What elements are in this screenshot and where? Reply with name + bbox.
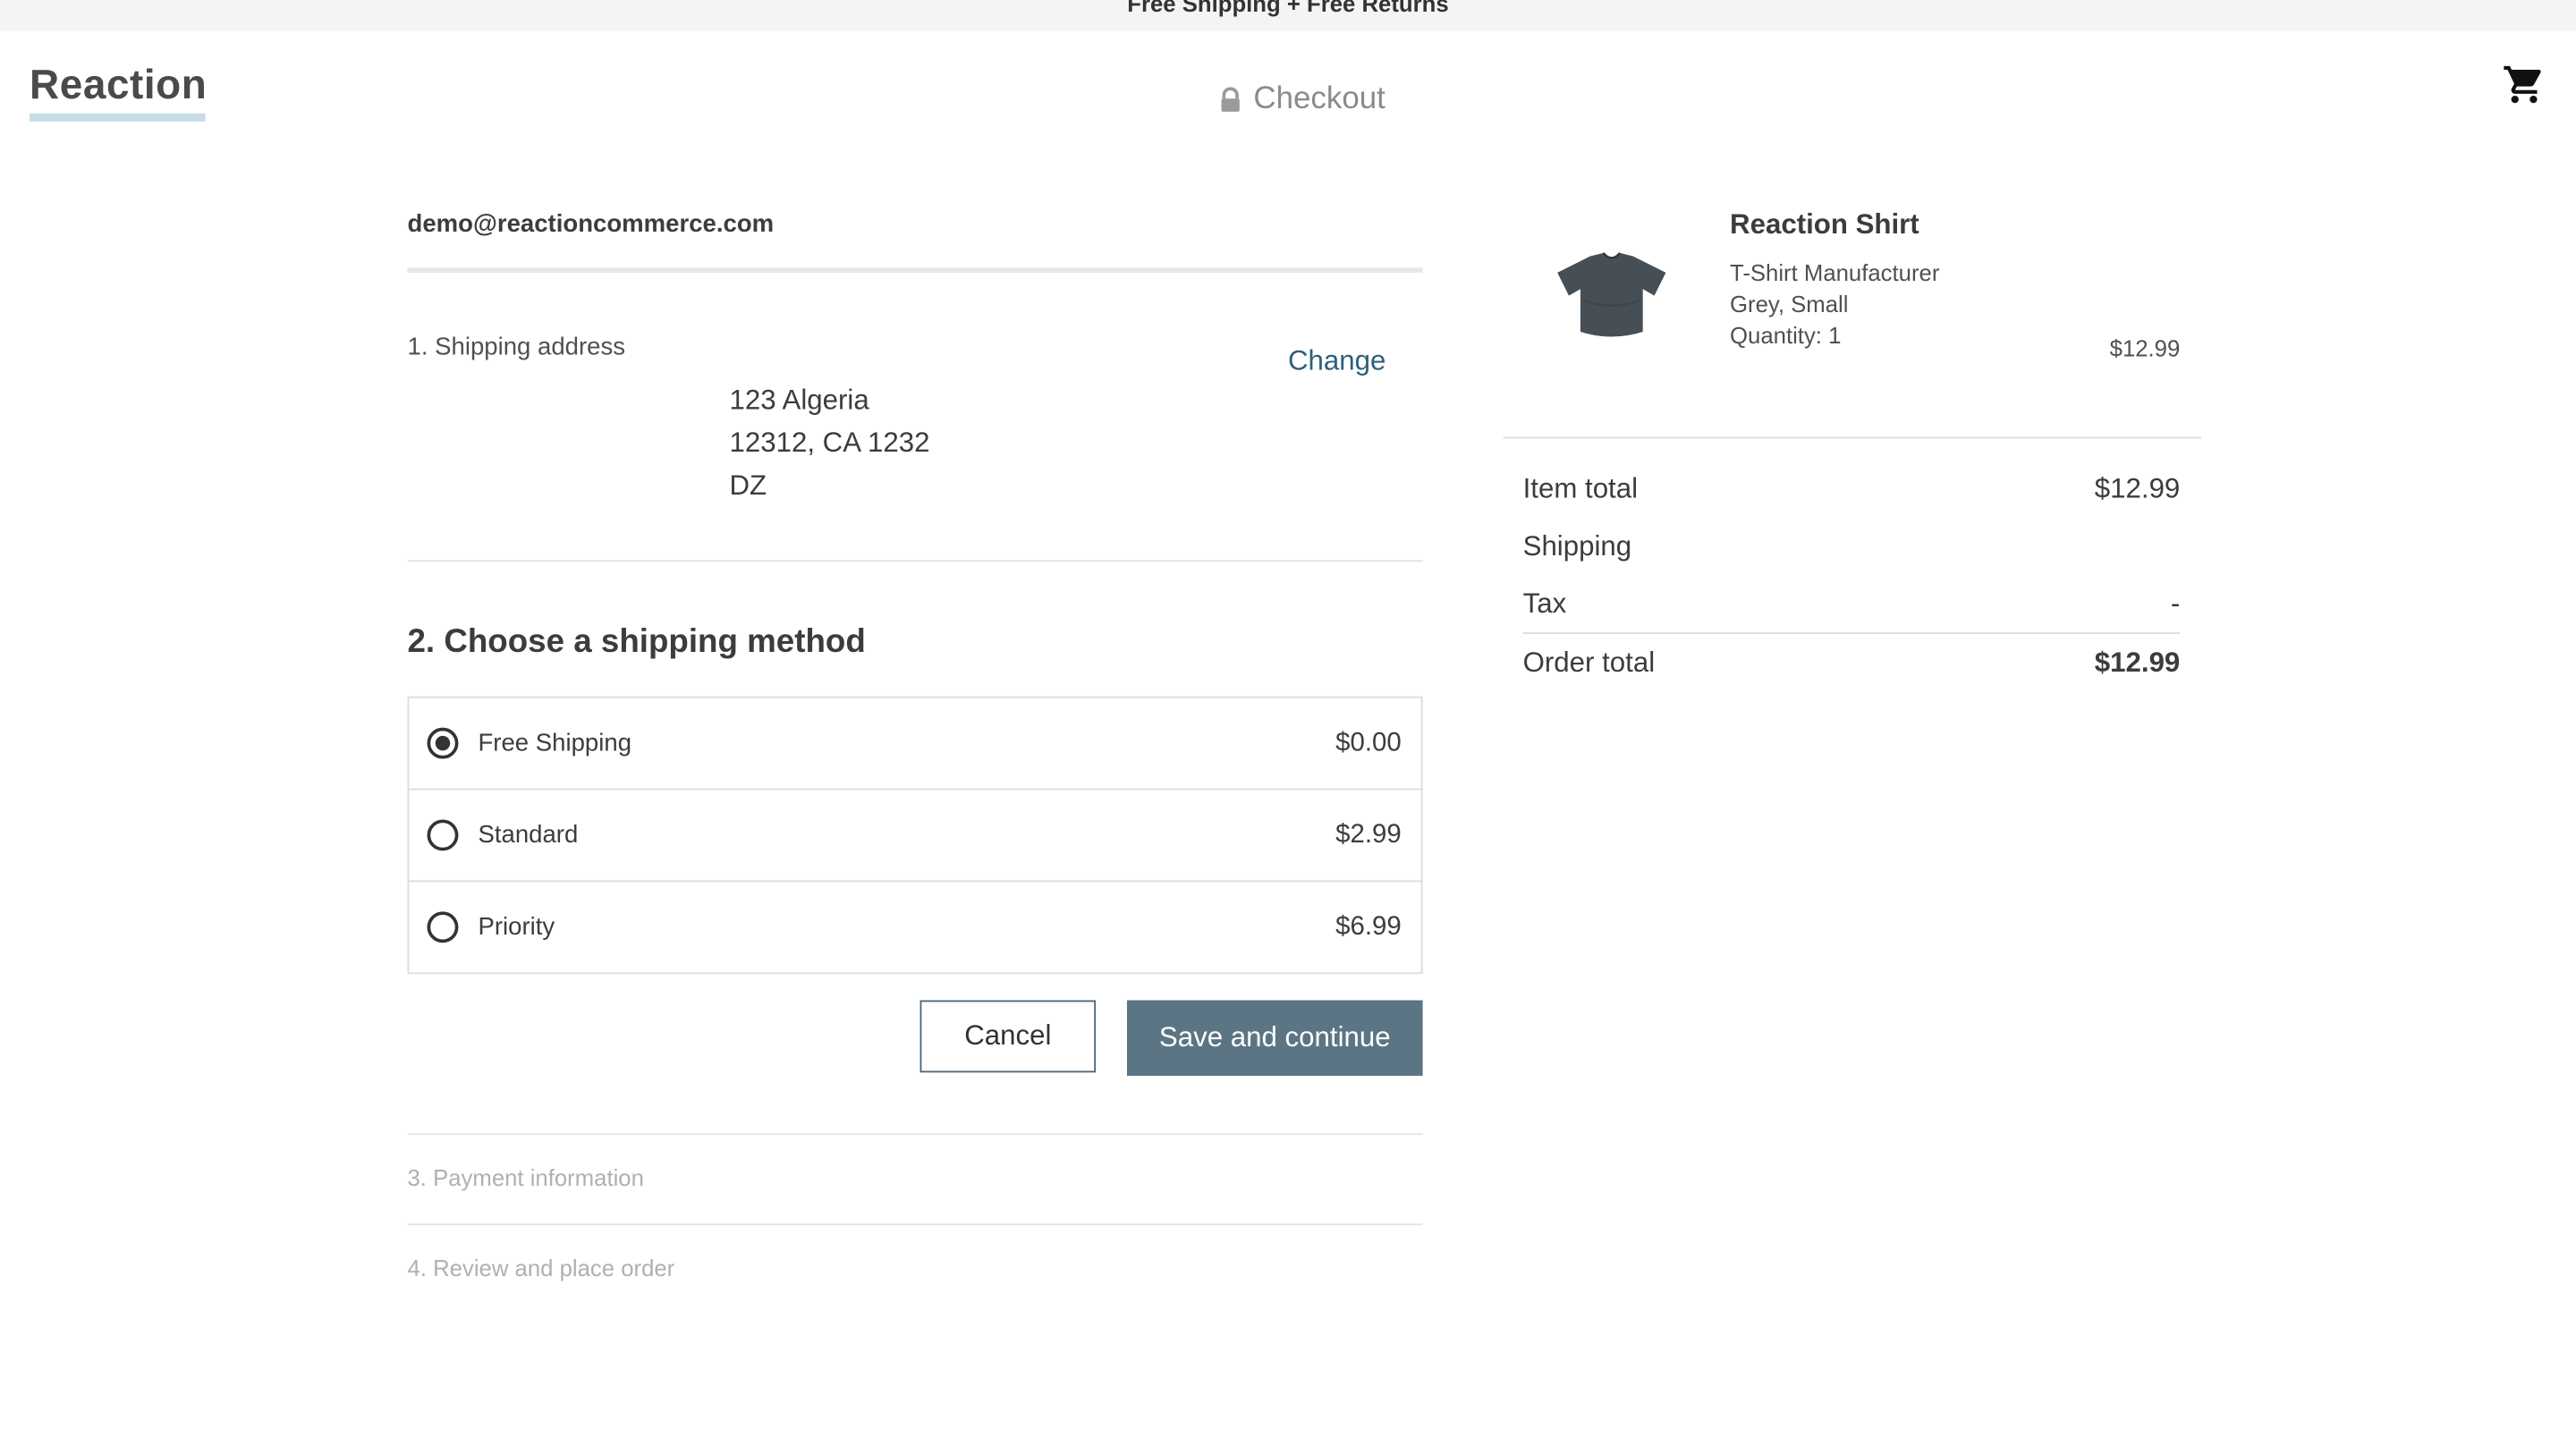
- shipping-option-name: Priority: [478, 913, 555, 942]
- summary-divider: [1503, 436, 2202, 439]
- product-name: Reaction Shirt: [1730, 208, 1919, 241]
- shipping-option-name: Standard: [478, 821, 579, 850]
- product-tshirt-image: [1557, 252, 1666, 337]
- shipping-option-free[interactable]: Free Shipping $0.00: [409, 698, 1421, 791]
- checkout-title-text: Checkout: [1253, 81, 1385, 117]
- address-divider: [407, 560, 1423, 562]
- shipping-option-priority[interactable]: Priority $6.99: [409, 882, 1420, 972]
- email-divider: [407, 267, 1423, 273]
- summary-label: Shipping: [1522, 530, 1632, 562]
- checkout-page: Free Shipping + Free Returns Reaction Ch…: [0, 0, 2576, 1429]
- shipping-option-price: $0.00: [1335, 728, 1402, 757]
- summary-label: Order total: [1522, 647, 1656, 679]
- radio-selected-icon[interactable]: [427, 727, 459, 759]
- product-variant: Grey, Small: [1730, 291, 1849, 317]
- address-line-2: 12312, CA 1232: [729, 427, 930, 459]
- summary-label: Item total: [1522, 472, 1639, 504]
- step-payment-information[interactable]: 3. Payment information: [408, 1164, 644, 1190]
- summary-tax: Tax -: [1523, 588, 2181, 621]
- cancel-button[interactable]: Cancel: [919, 1000, 1097, 1073]
- shipping-option-name: Free Shipping: [478, 729, 632, 757]
- summary-shipping: Shipping: [1523, 530, 2181, 563]
- change-address-link[interactable]: Change: [1288, 345, 1385, 378]
- account-email: demo@reactioncommerce.com: [407, 210, 775, 239]
- promo-banner: Free Shipping + Free Returns: [0, 0, 2576, 31]
- shopping-cart-icon[interactable]: [2502, 63, 2546, 107]
- lock-icon: [1221, 87, 1240, 112]
- step-divider: [407, 1133, 1423, 1136]
- store-logo[interactable]: Reaction: [30, 63, 207, 110]
- summary-value: $12.99: [2094, 647, 2181, 679]
- logo-underline: [30, 113, 206, 122]
- product-details: T-Shirt Manufacturer Grey, Small Quantit…: [1730, 258, 1939, 351]
- summary-label: Tax: [1522, 588, 1567, 620]
- address-line-1: 123 Algeria: [729, 384, 869, 416]
- product-quantity: Quantity: 1: [1730, 321, 1842, 349]
- step-divider: [407, 1223, 1423, 1226]
- shipping-method-heading: 2. Choose a shipping method: [407, 623, 866, 661]
- save-and-continue-button[interactable]: Save and continue: [1126, 1000, 1423, 1077]
- product-price: $12.99: [2109, 334, 2181, 362]
- shipping-option-price: $6.99: [1335, 912, 1402, 941]
- summary-total-divider: [1522, 632, 2181, 634]
- radio-unselected-icon[interactable]: [427, 911, 459, 943]
- summary-value: $12.99: [2094, 472, 2181, 504]
- shipping-method-list: Free Shipping $0.00 Standard $2.99 Prior…: [407, 696, 1423, 975]
- promo-banner-text: Free Shipping + Free Returns: [1127, 0, 1449, 17]
- summary-value: -: [2170, 588, 2181, 620]
- step-review-place-order[interactable]: 4. Review and place order: [408, 1255, 675, 1281]
- radio-unselected-icon[interactable]: [427, 819, 459, 851]
- address-line-3: DZ: [729, 469, 767, 502]
- summary-item-total: Item total $12.99: [1523, 473, 2181, 506]
- product-vendor: T-Shirt Manufacturer: [1730, 259, 1940, 286]
- summary-order-total: Order total $12.99: [1523, 647, 2181, 681]
- shipping-option-standard[interactable]: Standard $2.99: [409, 790, 1421, 883]
- shipping-option-price: $2.99: [1335, 820, 1402, 849]
- shipping-address: 123 Algeria 12312, CA 1232 DZ: [729, 379, 929, 507]
- checkout-title: Checkout: [1219, 82, 1385, 118]
- shipping-address-label: 1. Shipping address: [407, 333, 626, 362]
